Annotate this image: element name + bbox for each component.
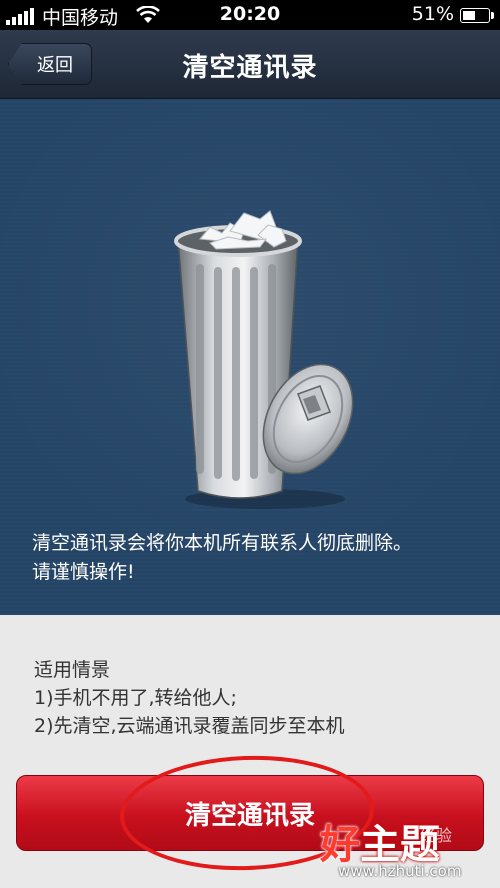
trash-can-icon xyxy=(174,210,354,509)
watermark-url: www.hzhuti.com xyxy=(338,862,462,880)
warning-line-2: 请谨慎操作! xyxy=(32,561,135,583)
warning-line-1: 清空通讯录会将你本机所有联系人彻底删除。 xyxy=(32,532,413,554)
warning-text: 清空通讯录会将你本机所有联系人彻底删除。 请谨慎操作! xyxy=(32,529,482,587)
usage-heading: 适用情景 xyxy=(34,659,111,681)
navigation-bar: 返回 清空通讯录 xyxy=(0,30,500,99)
info-panel: 清空通讯录会将你本机所有联系人彻底删除。 请谨慎操作! xyxy=(0,99,500,615)
usage-item-2: 2)先清空,云端通讯录覆盖同步至本机 xyxy=(34,715,345,737)
battery-percentage: 51% xyxy=(411,3,454,25)
usage-scenarios: 适用情景 1)手机不用了,转给他人; 2)先清空,云端通讯录覆盖同步至本机 xyxy=(34,656,484,740)
status-bar: 中国移动 20:20 51% xyxy=(0,0,500,30)
page-title: 清空通讯录 xyxy=(182,53,318,83)
battery-icon xyxy=(460,8,494,23)
watermark-side-text: 经验 xyxy=(420,826,453,845)
usage-item-1: 1)手机不用了,转给他人; xyxy=(34,687,237,709)
battery-level-fill xyxy=(463,11,475,20)
